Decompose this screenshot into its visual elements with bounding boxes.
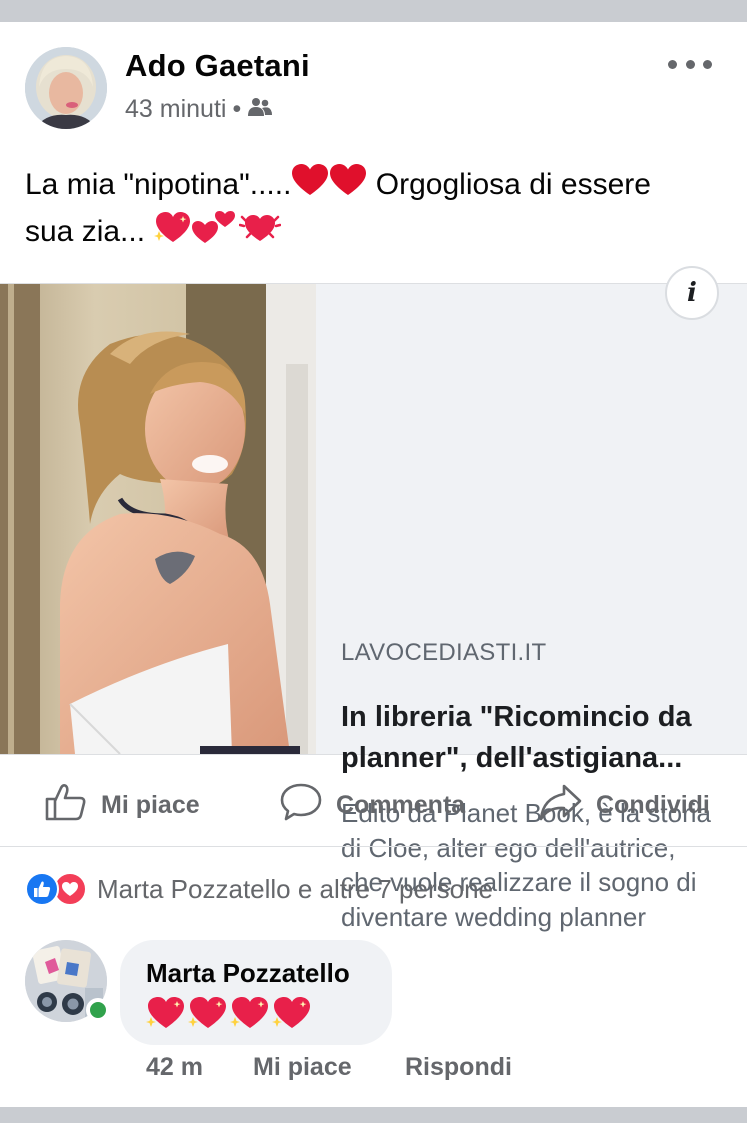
- online-status-dot: [86, 998, 110, 1022]
- beating-heart-emoji: [239, 209, 282, 257]
- share-arrow-icon: [538, 782, 582, 829]
- sparkling-heart-emoji: [153, 209, 191, 257]
- comment-author-name[interactable]: Marta Pozzatello: [146, 958, 350, 989]
- sparkling-heart-emoji: [270, 993, 312, 1036]
- friends-icon: [247, 95, 273, 124]
- post-text-line2: sua zia...: [25, 214, 154, 248]
- info-icon: i: [687, 278, 697, 308]
- red-heart-emoji: [291, 163, 329, 209]
- post-text-line1: La mia "nipotina".....: [25, 167, 292, 201]
- feed-separator-top: [0, 0, 747, 22]
- post-time[interactable]: 43 minuti: [125, 95, 226, 124]
- two-hearts-emoji: [191, 209, 239, 257]
- reactions-summary[interactable]: Marta Pozzatello e altre 7 persone: [25, 872, 493, 906]
- feed-separator-bottom: [0, 1107, 747, 1123]
- author-avatar[interactable]: [25, 47, 107, 129]
- dot-icon: [685, 59, 695, 69]
- info-button[interactable]: i: [665, 266, 719, 320]
- comment-like-button[interactable]: Mi piace: [253, 1053, 352, 1082]
- comment-bubble-icon: [280, 782, 322, 829]
- sparkling-heart-emoji: [144, 993, 186, 1036]
- comment-reply-button[interactable]: Rispondi: [405, 1053, 512, 1082]
- sparkling-heart-emoji: [186, 993, 228, 1036]
- action-bar: Mi piace Commenta Condividi: [0, 757, 747, 847]
- red-heart-emoji: [329, 163, 367, 209]
- dot-icon: [668, 59, 677, 69]
- like-reaction-icon: [25, 872, 59, 906]
- post-text-line1-after: Orgogliosa di essere: [367, 167, 651, 201]
- link-domain: LAVOCEDIASTI.IT: [341, 639, 547, 666]
- post-text: La mia "nipotina"..... Orgogliosa di ess…: [25, 163, 725, 257]
- meta-separator: •: [232, 95, 242, 123]
- thumbs-up-icon: [45, 782, 87, 829]
- sparkling-heart-emoji: [228, 993, 270, 1036]
- like-button[interactable]: Mi piace: [45, 782, 200, 829]
- comment-button[interactable]: Commenta: [280, 782, 465, 829]
- share-button[interactable]: Condividi: [538, 782, 710, 829]
- post-author-name[interactable]: Ado Gaetani: [125, 48, 310, 84]
- more-options-button[interactable]: [668, 50, 712, 78]
- dot-icon: [703, 59, 712, 69]
- share-label: Condividi: [596, 791, 710, 819]
- reactions-text: Marta Pozzatello e altre 7 persone: [97, 873, 493, 904]
- like-label: Mi piace: [101, 791, 200, 819]
- comment-label: Commenta: [336, 791, 466, 819]
- link-preview-image[interactable]: [0, 284, 316, 754]
- comment-time[interactable]: 42 m: [146, 1053, 203, 1082]
- comment-text: [144, 993, 312, 1036]
- link-preview-card[interactable]: LAVOCEDIASTI.IT In libreria "Ricomincio …: [0, 283, 747, 932]
- post-meta: 43 minuti •: [125, 95, 273, 124]
